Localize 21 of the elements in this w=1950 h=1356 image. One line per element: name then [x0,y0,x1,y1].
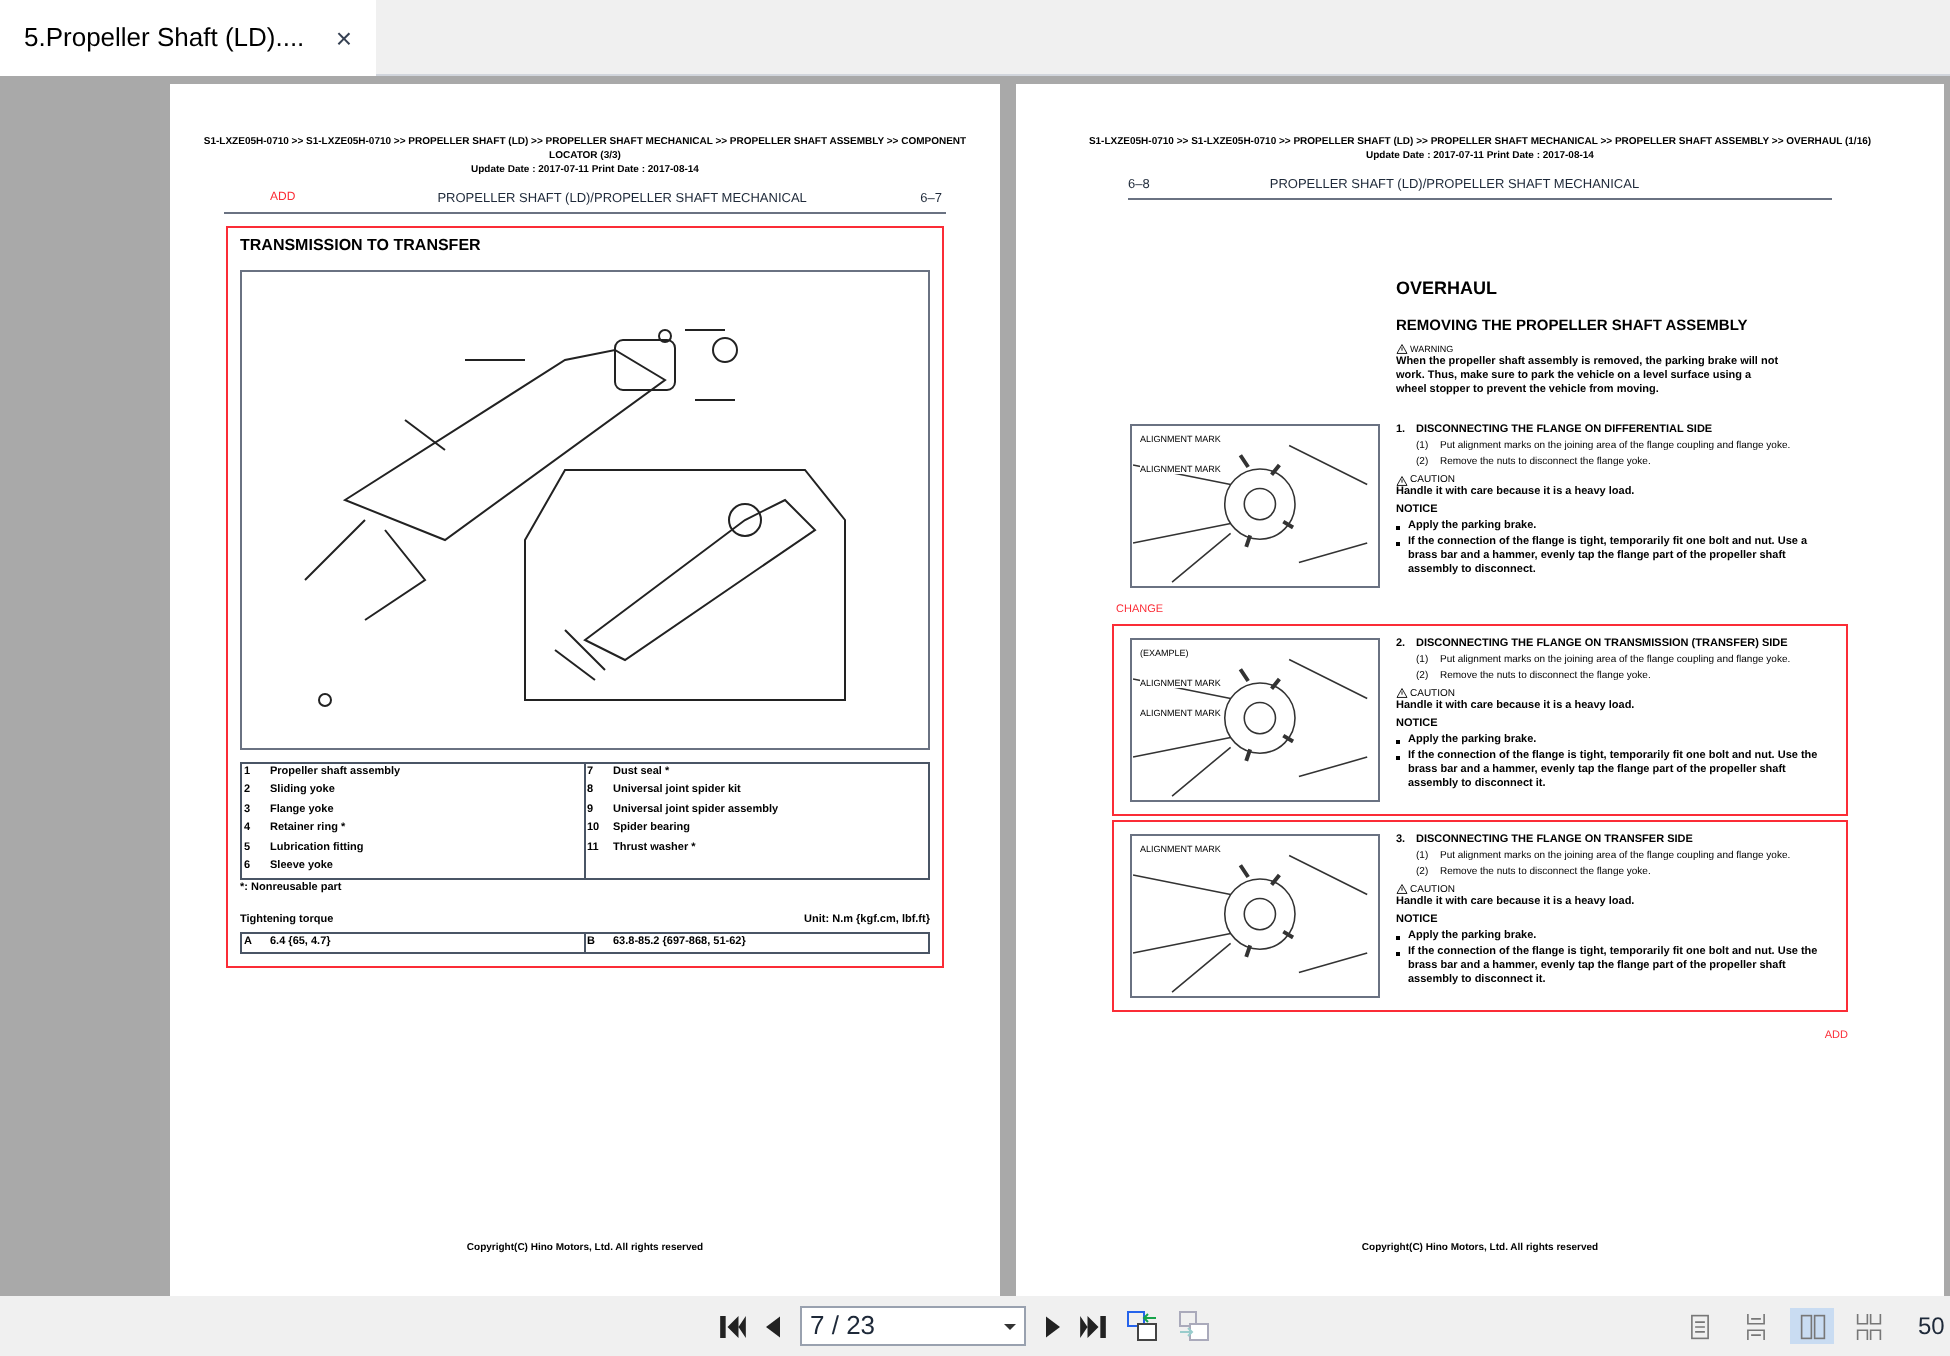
warning-triangle-icon [1396,688,1408,698]
single-page-icon [1690,1313,1710,1339]
close-button[interactable]: × [335,17,352,59]
page-select-field[interactable]: 7 / 23 [800,1306,1026,1346]
caret-icon [1004,1323,1016,1329]
heading: OVERHAUL [1396,275,1500,302]
section-title: TRANSMISSION TO TRANSFER [240,233,483,258]
warning-triangle-icon [1396,884,1408,894]
zoom-level[interactable]: 50 [1918,1308,1950,1344]
view-mode-button[interactable] [1790,1308,1834,1344]
next-page-icon[interactable] [1046,1315,1060,1337]
warning-triangle-icon [1396,344,1408,355]
first-page-icon[interactable] [720,1315,746,1337]
document-tab[interactable]: 5.Propeller Shaft (LD).... × [0,0,376,76]
go-back-icon[interactable] [1126,1310,1158,1342]
previous-page-icon[interactable] [766,1315,780,1337]
two-page-continuous-icon [1855,1313,1881,1339]
warning-triangle-icon [1396,475,1408,486]
continuous-pages-icon [1746,1313,1766,1339]
last-page-icon[interactable] [1080,1315,1106,1337]
two-page-icon [1799,1313,1825,1339]
